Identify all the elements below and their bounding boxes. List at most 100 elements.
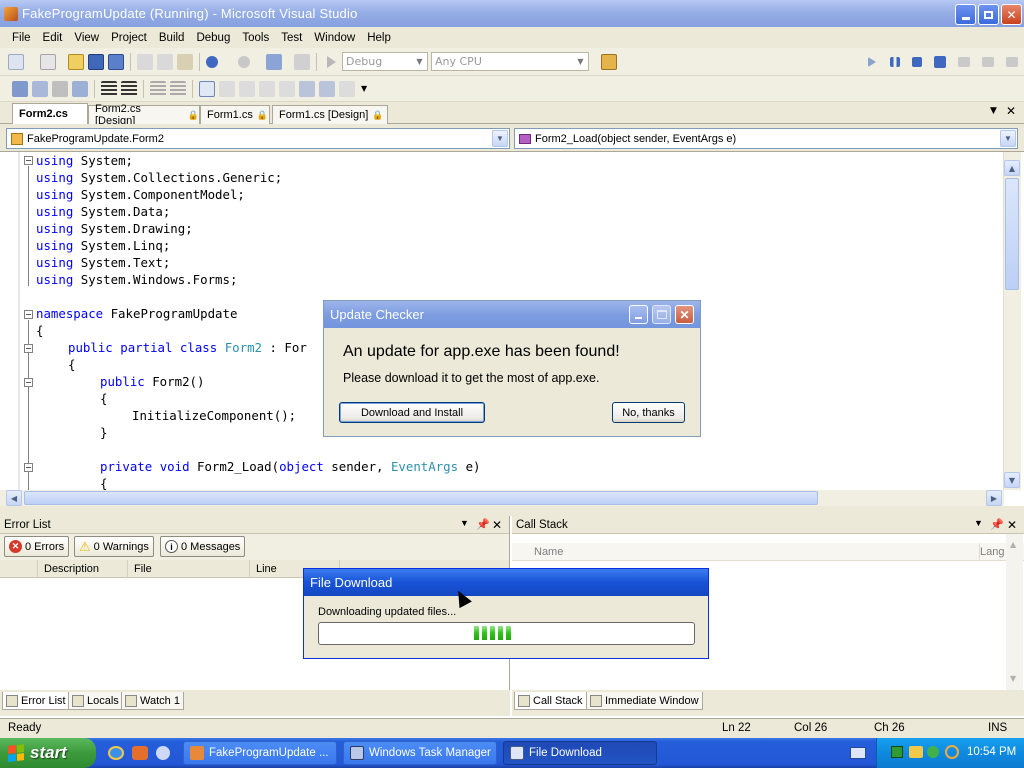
editor-horizontal-scrollbar[interactable]: ◀ ▶	[0, 490, 1004, 506]
toolbar-overflow-icon[interactable]: ▼	[361, 84, 367, 93]
add-item-icon[interactable]	[40, 53, 56, 70]
no-thanks-button[interactable]: No, thanks	[612, 402, 685, 423]
menu-tools[interactable]: Tools	[236, 32, 275, 44]
cut-icon[interactable]	[137, 53, 153, 70]
tab-error-list[interactable]: Error List	[2, 692, 70, 710]
more-tools-icon[interactable]	[339, 80, 355, 97]
menu-test[interactable]: Test	[275, 32, 308, 44]
close-pane-icon[interactable]: ✕	[492, 518, 502, 532]
scroll-thumb[interactable]	[24, 491, 818, 505]
collapse-icon[interactable]: −	[24, 310, 33, 319]
pane-splitter[interactable]	[0, 506, 1024, 516]
messages-filter-button[interactable]: i0 Messages	[160, 536, 246, 557]
pin-icon[interactable]: 📌	[990, 518, 1004, 531]
break-all-icon[interactable]	[890, 56, 900, 67]
members-icon[interactable]	[52, 80, 68, 97]
minimize-button[interactable]	[955, 4, 976, 25]
tray-security-icon[interactable]	[927, 746, 939, 758]
taskbar-item-file-download[interactable]: File Download	[503, 741, 657, 765]
outdent-icon[interactable]	[101, 80, 117, 97]
menu-project[interactable]: Project	[105, 32, 153, 44]
call-stack-scrollbar[interactable]: ▲ ▼	[1006, 534, 1023, 690]
scroll-down-icon[interactable]: ▼	[1004, 472, 1020, 488]
tab-locals[interactable]: Locals	[68, 692, 123, 710]
collapse-icon[interactable]: −	[24, 463, 33, 472]
member-combo[interactable]: Form2_Load(object sender, EventArgs e) ▼	[514, 128, 1018, 149]
column-header-name[interactable]: Name	[528, 543, 980, 561]
indent-icon[interactable]	[121, 80, 137, 97]
menu-edit[interactable]: Edit	[37, 32, 69, 44]
tab-form2-design[interactable]: Form2.cs [Design] 🔒	[88, 103, 200, 127]
save-all-icon[interactable]	[108, 53, 124, 70]
platform-combo[interactable]: Any CPU ▼	[431, 52, 589, 71]
scroll-left-icon[interactable]: ◀	[6, 490, 22, 506]
solution-config-combo[interactable]: Debug ▼	[342, 52, 428, 71]
tab-watch-1[interactable]: Watch 1	[121, 692, 184, 710]
tab-call-stack[interactable]: Call Stack	[514, 692, 587, 710]
warnings-filter-button[interactable]: ⚠ 0 Warnings	[74, 536, 154, 557]
next-bookmark-icon[interactable]	[239, 80, 255, 97]
tab-immediate-window[interactable]: Immediate Window	[586, 692, 703, 710]
object-browser-icon[interactable]	[12, 80, 28, 97]
column-header-description[interactable]: Description	[38, 560, 128, 578]
column-header-lang[interactable]: Lang	[974, 543, 1008, 561]
quick-launch-icon[interactable]	[156, 746, 170, 760]
start-debugging-icon[interactable]	[327, 55, 336, 68]
taskbar-item-visual-studio[interactable]: FakeProgramUpdate ...	[183, 741, 337, 765]
prev-bookmark-folder-icon[interactable]	[259, 80, 275, 97]
menu-view[interactable]: View	[68, 32, 105, 44]
internet-explorer-icon[interactable]	[108, 746, 124, 760]
next-bookmark-folder-icon[interactable]	[279, 80, 295, 97]
close-document-icon[interactable]: ✕	[1006, 104, 1016, 118]
class-combo[interactable]: FakeProgramUpdate.Form2 ▼	[6, 128, 510, 149]
clear-bookmarks-icon[interactable]	[299, 80, 315, 97]
close-button[interactable]: ✕	[1001, 4, 1022, 25]
open-folder-icon[interactable]	[68, 53, 84, 70]
bookmark-icon[interactable]	[199, 80, 215, 97]
navigate-icon[interactable]	[266, 53, 282, 70]
collapse-icon[interactable]: −	[24, 156, 33, 165]
show-next-statement-icon[interactable]	[958, 56, 970, 67]
dialog-close-button[interactable]: ✕	[675, 305, 694, 324]
redo-icon[interactable]	[238, 55, 250, 68]
stop-debugging-icon[interactable]	[912, 56, 922, 67]
media-player-icon[interactable]	[132, 746, 148, 760]
restore-button[interactable]	[978, 4, 999, 25]
start-button[interactable]: start	[0, 738, 96, 768]
scroll-thumb[interactable]	[1005, 178, 1019, 290]
restart-icon[interactable]	[934, 55, 946, 68]
undo-icon[interactable]	[206, 55, 218, 68]
tab-form1-cs[interactable]: Form1.cs 🔒	[200, 105, 270, 124]
tab-form2-cs[interactable]: Form2.cs	[12, 103, 88, 124]
copy-icon[interactable]	[157, 53, 173, 70]
menu-help[interactable]: Help	[361, 32, 397, 44]
tray-app-icon[interactable]	[891, 746, 903, 758]
dialog-minimize-button[interactable]	[629, 305, 648, 324]
scroll-up-icon[interactable]: ▲	[1004, 160, 1020, 176]
save-icon[interactable]	[88, 53, 104, 70]
tray-network-icon[interactable]	[909, 746, 923, 758]
menu-build[interactable]: Build	[153, 32, 191, 44]
errors-filter-button[interactable]: ✕ 0 Errors	[4, 536, 70, 557]
keyboard-icon[interactable]	[850, 747, 866, 759]
tab-form1-design[interactable]: Form1.cs [Design] 🔒	[272, 105, 388, 124]
column-header-file[interactable]: File	[128, 560, 250, 578]
paste-icon[interactable]	[177, 53, 193, 70]
download-and-install-button[interactable]: Download and Install	[339, 402, 485, 423]
window-position-icon[interactable]: ▼	[460, 518, 469, 528]
pin-icon[interactable]: 📌	[476, 518, 490, 531]
step-into-icon[interactable]	[982, 56, 994, 67]
scroll-down-icon[interactable]: ▼	[1010, 674, 1016, 683]
tray-search-icon[interactable]	[945, 745, 959, 759]
uncomment-icon[interactable]	[170, 80, 186, 97]
find-in-files-icon[interactable]	[601, 53, 617, 70]
window-position-icon[interactable]: ▼	[974, 518, 983, 528]
menu-window[interactable]: Window	[308, 32, 361, 44]
toggle-bookmark-icon[interactable]	[319, 80, 335, 97]
prev-bookmark-icon[interactable]	[219, 80, 235, 97]
scroll-up-icon[interactable]: ▲	[1010, 540, 1016, 549]
editor-vertical-scrollbar[interactable]: ▲ ▼	[1003, 152, 1021, 490]
collapse-icon[interactable]: −	[24, 378, 33, 387]
column-header[interactable]	[0, 560, 38, 578]
collapse-icon[interactable]: −	[24, 344, 33, 353]
